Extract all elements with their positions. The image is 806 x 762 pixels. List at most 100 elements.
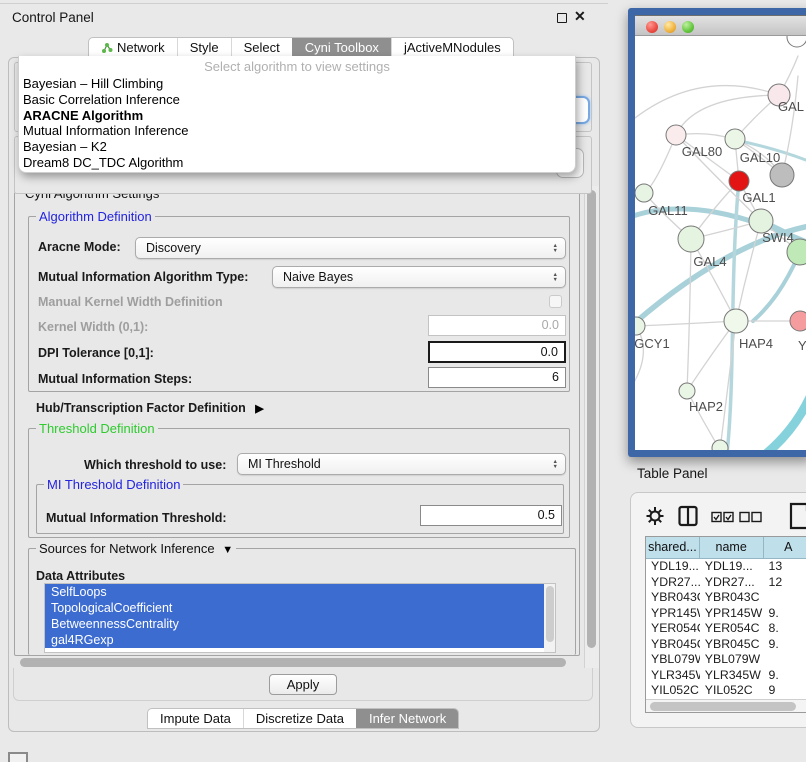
- tab-impute-data[interactable]: Impute Data: [148, 709, 243, 728]
- algorithm-option-bayesian-k2[interactable]: Bayesian – K2: [19, 139, 575, 155]
- attribute-item-selfloops[interactable]: SelfLoops: [45, 584, 555, 600]
- column-header-name[interactable]: name: [700, 537, 764, 559]
- network-node[interactable]: [635, 317, 645, 335]
- algorithm-option-dream8-dc-tdc-algorithm[interactable]: Dream8 DC_TDC Algorithm: [19, 155, 575, 171]
- mi-steps-field[interactable]: 6: [428, 367, 566, 388]
- sources-toggle[interactable]: Sources for Network Inference ▼: [36, 541, 236, 556]
- tab-network[interactable]: Network: [89, 38, 177, 57]
- network-view-canvas[interactable]: GALGAL80GAL10GAL1GAL11SWI4GAL4GCY1HAP4YH…: [635, 36, 806, 450]
- table-row[interactable]: YBR043CYBR043C: [646, 590, 806, 606]
- attribute-item-topologicalcoefficient[interactable]: TopologicalCoefficient: [45, 600, 555, 616]
- table-row[interactable]: YLR345WYLR345W9.: [646, 668, 806, 684]
- table-row[interactable]: YER054CYER054C8.: [646, 621, 806, 637]
- network-node-label: GAL11: [648, 203, 688, 218]
- table-row[interactable]: YDL19...YDL19...13: [646, 559, 806, 575]
- tab-jactivemnodules[interactable]: jActiveMNodules: [391, 38, 513, 57]
- table-row[interactable]: YDR27...YDR27...12: [646, 575, 806, 591]
- network-node[interactable]: [770, 163, 794, 187]
- network-node[interactable]: [729, 171, 749, 191]
- table-cell: YBR043C: [700, 590, 764, 606]
- column-header-a[interactable]: A: [764, 537, 806, 559]
- algorithm-option-bayesian-hill-climbing[interactable]: Bayesian – Hill Climbing: [19, 76, 575, 92]
- network-node[interactable]: [787, 36, 806, 47]
- attributes-scrollbar-thumb[interactable]: [546, 586, 554, 642]
- close-traffic-light[interactable]: [646, 21, 658, 33]
- algorithm-option-aracne-algorithm[interactable]: ARACNE Algorithm: [19, 108, 575, 124]
- close-icon[interactable]: ✕: [574, 8, 586, 25]
- mi-algorithm-type-value: Naive Bayes: [283, 270, 353, 284]
- table-row[interactable]: YIL052CYIL052C9: [646, 683, 806, 699]
- network-node[interactable]: [724, 309, 748, 333]
- network-node[interactable]: [666, 125, 686, 145]
- attributes-scrollbar[interactable]: [544, 584, 555, 652]
- dpi-tolerance-field[interactable]: 0.0: [428, 341, 566, 363]
- new-table-icon[interactable]: [789, 502, 806, 530]
- network-edge: [676, 95, 779, 135]
- table-horizontal-scrollbar[interactable]: [646, 699, 806, 712]
- network-node[interactable]: [635, 184, 653, 202]
- hub-definition-toggle[interactable]: Hub/Transcription Factor Definition ▶: [36, 401, 264, 415]
- control-panel-title: Control Panel: [12, 10, 94, 25]
- network-node-label: HAP4: [739, 336, 773, 351]
- manual-kernel-width-checkbox[interactable]: [549, 295, 562, 308]
- cutoff-button[interactable]: [8, 752, 28, 762]
- minimize-traffic-light[interactable]: [664, 21, 676, 33]
- mi-threshold-field[interactable]: 0.5: [420, 505, 562, 526]
- columns-icon[interactable]: [678, 505, 698, 527]
- combo-arrows-icon: ▲▼: [553, 239, 558, 259]
- attribute-item-gal4rgexp[interactable]: gal4RGexp: [45, 632, 555, 648]
- zoom-traffic-light[interactable]: [682, 21, 694, 33]
- unchecked-checkboxes-icon[interactable]: [739, 511, 763, 523]
- mi-threshold-definition-title: MI Threshold Definition: [44, 477, 183, 492]
- algorithm-dropdown-placeholder: Select algorithm to view settings: [19, 58, 575, 76]
- tab-label: Cyni Toolbox: [305, 38, 379, 58]
- table-row[interactable]: YPR145WYPR145W9.: [646, 606, 806, 622]
- network-node-label: SWI4: [762, 230, 794, 245]
- network-node-label: Y: [798, 338, 806, 353]
- network-window-titlebar[interactable]: [635, 15, 806, 36]
- table-horizontal-scrollbar-thumb[interactable]: [650, 702, 796, 711]
- table-cell: [764, 590, 806, 606]
- table-cell: YDR27...: [700, 575, 764, 591]
- network-tab-icon: [101, 42, 113, 54]
- algorithm-option-basic-correlation-inference[interactable]: Basic Correlation Inference: [19, 92, 575, 108]
- table-row[interactable]: YBR045CYBR045C9.: [646, 637, 806, 653]
- which-threshold-combo[interactable]: MI Threshold ▲▼: [237, 453, 566, 475]
- attribute-item-betweennesscentrality[interactable]: BetweennessCentrality: [45, 616, 555, 632]
- collapse-down-icon[interactable]: ▼: [222, 544, 233, 556]
- threshold-definition-title: Threshold Definition: [36, 421, 158, 436]
- table-panel-title: Table Panel: [637, 466, 708, 481]
- table-cell: YIL052C: [700, 683, 764, 699]
- mi-algorithm-type-combo[interactable]: Naive Bayes ▲▼: [272, 266, 566, 288]
- float-window-icon[interactable]: [557, 13, 567, 23]
- apply-button[interactable]: Apply: [269, 674, 337, 695]
- network-node[interactable]: [679, 383, 695, 399]
- checked-checkboxes-icon[interactable]: [711, 511, 735, 523]
- table-row[interactable]: YBL079WYBL079W: [646, 652, 806, 668]
- gear-icon[interactable]: [645, 505, 665, 527]
- tab-select[interactable]: Select: [231, 38, 292, 57]
- column-header-shared[interactable]: shared...: [646, 537, 700, 559]
- network-node[interactable]: [790, 311, 806, 331]
- network-node[interactable]: [678, 226, 704, 252]
- kernel-width-field[interactable]: 0.0: [428, 315, 566, 336]
- tab-cyni-toolbox[interactable]: Cyni Toolbox: [292, 38, 391, 57]
- table-cell: YIL052C: [646, 683, 700, 699]
- tab-style[interactable]: Style: [177, 38, 231, 57]
- algorithm-option-mutual-information-inference[interactable]: Mutual Information Inference: [19, 123, 575, 139]
- combo-arrows-icon: ▲▼: [553, 268, 558, 288]
- aracne-mode-combo[interactable]: Discovery ▲▼: [135, 237, 566, 259]
- network-node[interactable]: [725, 129, 745, 149]
- expand-right-icon[interactable]: ▶: [255, 403, 263, 415]
- table-cell: YDR27...: [646, 575, 700, 591]
- tab-infer-network[interactable]: Infer Network: [356, 709, 458, 728]
- control-panel-tabs: NetworkStyleSelect Cyni Toolbox jActiveMNo…: [88, 37, 514, 58]
- table-cell: YDL19...: [700, 559, 764, 575]
- table-cell: 9.: [764, 668, 806, 684]
- table-cell: YPR145W: [700, 606, 764, 622]
- settings-horizontal-scrollbar-thumb[interactable]: [20, 658, 566, 667]
- tab-discretize-data[interactable]: Discretize Data: [243, 709, 356, 728]
- table-cell: YER054C: [700, 621, 764, 637]
- algorithm-dropdown: Select algorithm to view settings Bayesi…: [18, 56, 576, 173]
- settings-vertical-scrollbar-thumb[interactable]: [587, 190, 596, 648]
